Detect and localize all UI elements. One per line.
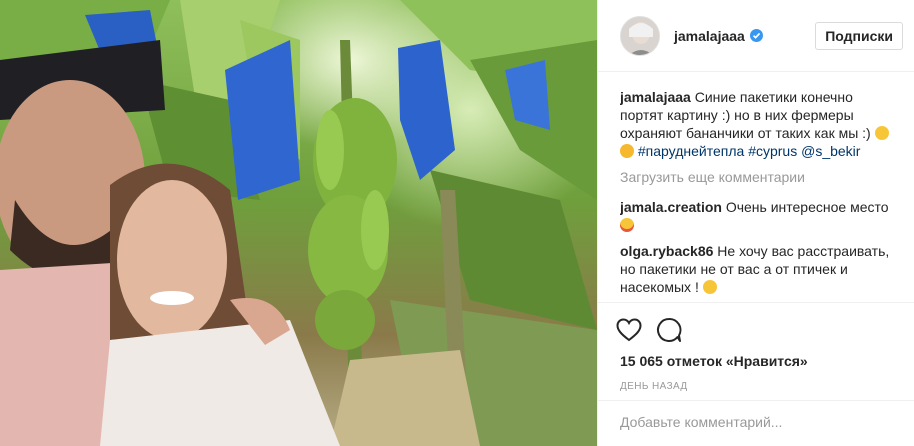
load-more-comments-button[interactable]: Загрузить еще комментарии <box>620 168 898 186</box>
mention-link[interactable]: @s_bekir <box>801 143 860 159</box>
post-photo[interactable] <box>0 0 597 446</box>
add-comment-input[interactable] <box>620 414 892 430</box>
post-side-panel: jamalajaaa Подписки jamalajaaa Синие пак… <box>597 0 914 446</box>
following-button[interactable]: Подписки <box>815 21 903 50</box>
hashtag-link[interactable]: #cyprus <box>748 143 797 159</box>
instagram-post: jamalajaaa Подписки jamalajaaa Синие пак… <box>0 0 914 446</box>
avatar-image <box>621 16 659 55</box>
caption: jamalajaaa Синие пакетики конечно портят… <box>620 88 898 160</box>
header-username[interactable]: jamalajaaa <box>674 28 745 44</box>
post-header: jamalajaaa Подписки <box>598 0 914 72</box>
post-actions: 15 065 отметок «Нравится» ДЕНЬ НАЗАД <box>598 302 914 392</box>
add-comment-section <box>598 400 914 430</box>
post-timestamp[interactable]: ДЕНЬ НАЗАД <box>620 381 898 392</box>
blowing-kiss-emoji-icon <box>620 144 634 158</box>
laughing-emoji-icon <box>874 126 889 140</box>
photo-illustration <box>0 0 597 446</box>
comment: olga.ryback86 Не хочу вас расстраивать, … <box>620 242 898 296</box>
avatar[interactable] <box>620 15 660 56</box>
heart-icon[interactable] <box>616 318 642 342</box>
heart-eyes-emoji-icon <box>620 218 634 232</box>
comment-username[interactable]: olga.ryback86 <box>620 243 713 259</box>
laughing-emoji-icon <box>702 280 717 294</box>
hashtag-link[interactable]: #паруднейтепла <box>638 143 744 159</box>
comment-text: Очень интересное место <box>725 199 889 215</box>
verified-badge-icon <box>749 29 763 42</box>
comment-username[interactable]: jamala.creation <box>620 199 722 215</box>
comment: jamala.creation Очень интересное место <box>620 198 898 234</box>
caption-username[interactable]: jamalajaaa <box>620 89 691 105</box>
speech-bubble-icon[interactable] <box>656 317 682 343</box>
likes-count[interactable]: 15 065 отметок «Нравится» <box>620 353 898 369</box>
comments-list: jamalajaaa Синие пакетики конечно портят… <box>620 88 898 302</box>
